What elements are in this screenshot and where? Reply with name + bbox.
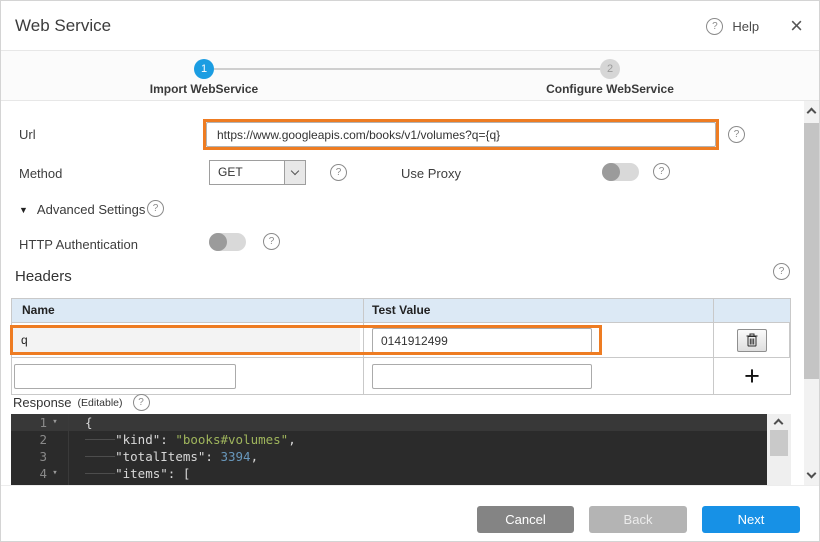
code-line: 1▾{ [11,414,791,431]
footer-bar: Cancel Back Next [1,485,819,542]
help-link[interactable]: Help [732,19,759,34]
title-bar: Web Service ? Help × [1,1,819,51]
line-number: 3 [11,448,47,465]
column-header-name: Name [12,299,364,322]
fold-arrow-icon[interactable]: ▾ [47,414,63,431]
header-name-value[interactable]: q [13,327,360,354]
header-test-value-input[interactable] [372,328,592,353]
step-connector-line [214,68,600,70]
url-highlight-box [203,119,719,150]
line-number: 4 [11,465,47,482]
titlebar-actions: ? Help × [706,1,803,51]
next-button[interactable]: Next [702,506,800,533]
scroll-up-icon[interactable] [774,419,784,429]
editor-scrollbar[interactable] [767,414,791,485]
advanced-settings-label: Advanced Settings [37,202,145,217]
step-2-label: Configure WebService [530,82,690,96]
step-2-circle[interactable]: 2 [600,59,620,79]
headers-section-title: Headers [15,268,72,285]
scroll-down-icon[interactable] [807,469,817,479]
triangle-down-icon: ▼ [19,205,28,215]
step-1-label: Import WebService [124,82,284,96]
code-line: 2 "kind": "books#volumes", [11,431,791,448]
response-help-icon[interactable]: ? [133,394,150,411]
method-select[interactable]: GET [209,160,306,185]
new-header-name-input[interactable] [14,364,236,389]
line-number: 1 [11,414,47,431]
header-row-q: q [12,322,790,357]
back-button[interactable]: Back [589,506,687,533]
response-editor-lines: 1▾{2 "kind": "books#volumes",3 "totalIte… [11,414,791,485]
method-label: Method [19,166,62,181]
column-header-actions [714,299,790,322]
method-select-value: GET [210,161,284,184]
method-help-icon[interactable]: ? [330,164,347,181]
fold-spacer [47,431,63,448]
response-label: Response [13,395,72,410]
help-icon[interactable]: ? [706,18,723,35]
use-proxy-label: Use Proxy [401,166,461,181]
dialog-title: Web Service [15,1,111,51]
url-help-icon[interactable]: ? [728,126,745,143]
url-label: Url [19,127,36,142]
use-proxy-help-icon[interactable]: ? [653,163,670,180]
new-actions-cell: + [714,358,790,394]
http-auth-label: HTTP Authentication [19,237,138,252]
fold-arrow-icon[interactable]: ▾ [47,465,63,482]
http-auth-help-icon[interactable]: ? [263,233,280,250]
header-test-value-cell [364,323,714,357]
add-row-button[interactable]: + [744,366,760,386]
code-line: 3 "totalItems": 3394, [11,448,791,465]
http-auth-toggle[interactable] [209,233,246,251]
delete-row-button[interactable] [737,329,767,352]
new-test-value-cell [364,358,714,394]
wizard-stepper: 1 Import WebService 2 Configure WebServi… [1,51,819,101]
main-scrollbar-thumb[interactable] [804,123,820,379]
response-editable-label: (Editable) [78,397,123,409]
main-scrollbar[interactable] [804,101,820,485]
response-editor[interactable]: 1▾{2 "kind": "books#volumes",3 "totalIte… [11,414,791,485]
editor-scrollbar-thumb[interactable] [770,430,788,456]
trash-icon [746,333,758,347]
response-label-row: Response (Editable) ? [13,394,150,411]
chevron-down-icon[interactable] [284,161,305,184]
url-input[interactable] [206,122,716,147]
fold-spacer [47,448,63,465]
new-header-test-value-input[interactable] [372,364,592,389]
advanced-settings-help-icon[interactable]: ? [147,200,164,217]
headers-table: Name Test Value q [11,298,791,395]
header-actions-cell [714,323,790,357]
scroll-up-icon[interactable] [807,108,817,118]
headers-table-header-row: Name Test Value [12,299,790,322]
web-service-dialog: Web Service ? Help × 1 Import WebService… [0,0,820,542]
advanced-settings-toggle[interactable]: ▼ Advanced Settings [19,202,145,217]
header-name-cell[interactable]: q [12,323,364,357]
column-header-test-value: Test Value [364,299,714,322]
code-line: 4▾ "items": [ [11,465,791,482]
close-icon[interactable]: × [790,17,803,35]
new-name-cell [12,358,364,394]
headers-help-icon[interactable]: ? [773,263,790,280]
header-row-new: + [12,357,790,394]
use-proxy-toggle[interactable] [602,163,639,181]
step-1-circle[interactable]: 1 [194,59,214,79]
line-number: 2 [11,431,47,448]
cancel-button[interactable]: Cancel [477,506,574,533]
